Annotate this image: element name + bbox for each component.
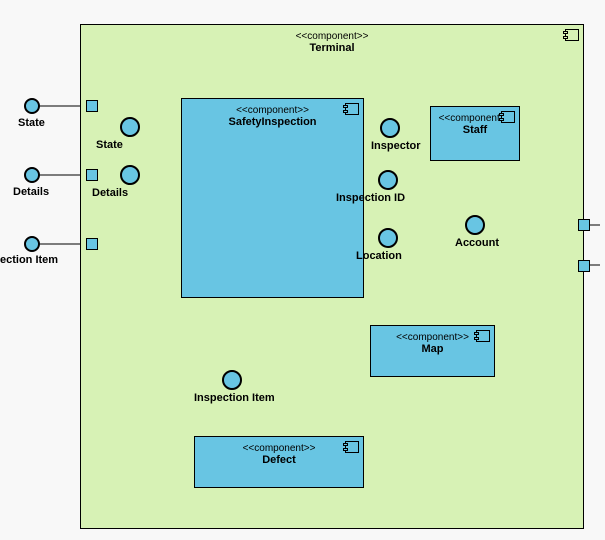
state-label: State [96,139,123,151]
interface-inspection-item[interactable] [222,370,242,390]
terminal-title: Terminal [81,42,583,54]
inspection-item-label: Inspection Item [194,392,275,404]
component-staff[interactable]: <<component>> Staff [430,106,520,161]
stereotype-label: <<component>> [81,29,583,42]
component-icon [501,111,515,123]
interface-details[interactable] [120,165,140,185]
component-defect[interactable]: <<component>> Defect [194,436,364,488]
account-label: Account [455,237,499,249]
port-right-lower[interactable] [578,260,590,272]
component-icon [345,103,359,115]
interface-inspector[interactable] [380,118,400,138]
external-interface-state[interactable] [24,98,40,114]
diagram-canvas: <<component>> Terminal <<component>> Saf… [0,0,605,540]
component-icon [345,441,359,453]
external-interface-details[interactable] [24,167,40,183]
port-inspection-item[interactable] [86,238,98,250]
port-details[interactable] [86,169,98,181]
component-icon [565,29,579,41]
inspector-label: Inspector [371,140,421,152]
interface-location[interactable] [378,228,398,248]
component-icon [476,330,490,342]
details-label: Details [92,187,128,199]
interface-account[interactable] [465,215,485,235]
interface-state[interactable] [120,117,140,137]
external-state-label: State [18,117,45,129]
external-interface-ection-item[interactable] [24,236,40,252]
inspection-id-label: Inspection ID [336,192,405,204]
stereotype-label: <<component>> [195,437,363,454]
location-label: Location [356,250,402,262]
stereotype-label: <<component>> [182,99,363,116]
component-map[interactable]: <<component>> Map [370,325,495,377]
defect-title: Defect [195,454,363,466]
port-state[interactable] [86,100,98,112]
safety-inspection-title: SafetyInspection [182,116,363,128]
external-details-label: Details [13,186,49,198]
interface-inspection-id[interactable] [378,170,398,190]
map-title: Map [371,343,494,355]
external-ection-item-label: ection Item [0,254,58,266]
port-right-upper[interactable] [578,219,590,231]
staff-title: Staff [431,124,519,136]
